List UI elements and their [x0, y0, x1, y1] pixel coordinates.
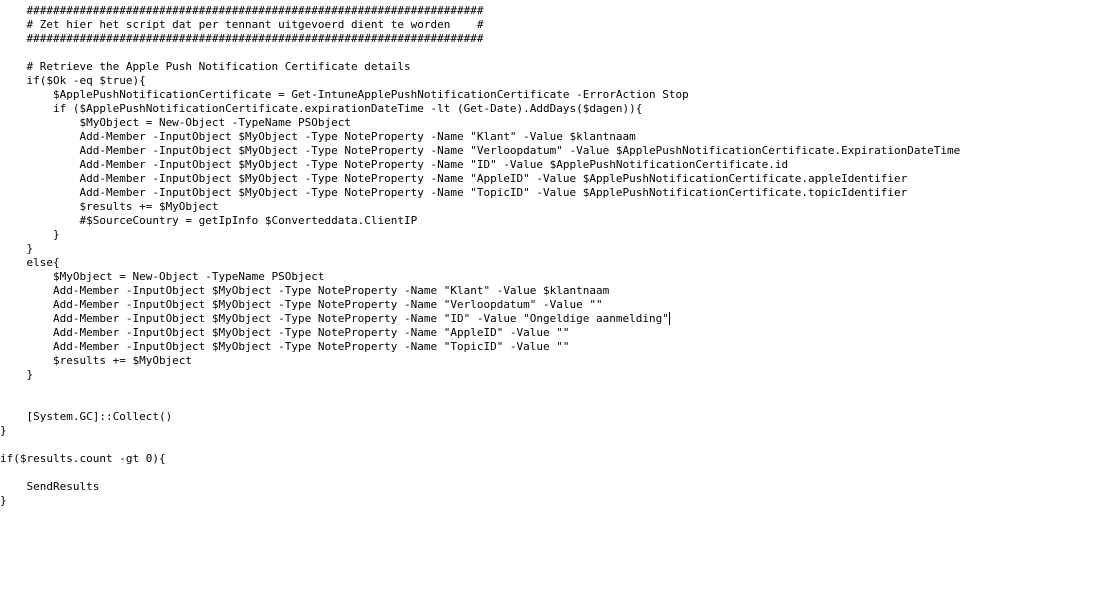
code-line: if($results.count -gt 0){ [0, 452, 166, 465]
text-cursor [669, 312, 670, 325]
code-line: # Zet hier het script dat per tennant ui… [0, 18, 483, 31]
code-line: Add-Member -InputObject $MyObject -Type … [0, 172, 907, 185]
code-line: $results += $MyObject [0, 200, 219, 213]
code-line: } [0, 242, 33, 255]
code-line: } [0, 368, 33, 381]
code-line: $results += $MyObject [0, 354, 192, 367]
code-line: $ApplePushNotificationCertificate = Get-… [0, 88, 689, 101]
code-line: Add-Member -InputObject $MyObject -Type … [0, 130, 636, 143]
code-line: Add-Member -InputObject $MyObject -Type … [0, 312, 670, 325]
code-line: } [0, 228, 60, 241]
code-line: Add-Member -InputObject $MyObject -Type … [0, 284, 609, 297]
code-line: Add-Member -InputObject $MyObject -Type … [0, 158, 788, 171]
code-line: SendResults [0, 480, 99, 493]
code-block: ########################################… [0, 0, 1099, 508]
code-line: Add-Member -InputObject $MyObject -Type … [0, 340, 570, 353]
code-line: } [0, 494, 7, 507]
code-line: if ($ApplePushNotificationCertificate.ex… [0, 102, 642, 115]
code-line: # Retrieve the Apple Push Notification C… [0, 60, 411, 73]
code-line: Add-Member -InputObject $MyObject -Type … [0, 298, 603, 311]
code-line: else{ [0, 256, 60, 269]
code-line: Add-Member -InputObject $MyObject -Type … [0, 186, 907, 199]
code-line: $MyObject = New-Object -TypeName PSObjec… [0, 116, 351, 129]
code-line: } [0, 424, 7, 437]
code-line: Add-Member -InputObject $MyObject -Type … [0, 144, 960, 157]
code-line: Add-Member -InputObject $MyObject -Type … [0, 326, 570, 339]
code-line: if($Ok -eq $true){ [0, 74, 146, 87]
code-line: ########################################… [0, 4, 483, 17]
code-line: ########################################… [0, 32, 483, 45]
code-line: #$SourceCountry = getIpInfo $Convertedda… [0, 214, 417, 227]
code-line: $MyObject = New-Object -TypeName PSObjec… [0, 270, 325, 283]
code-line: [System.GC]::Collect() [0, 410, 172, 423]
